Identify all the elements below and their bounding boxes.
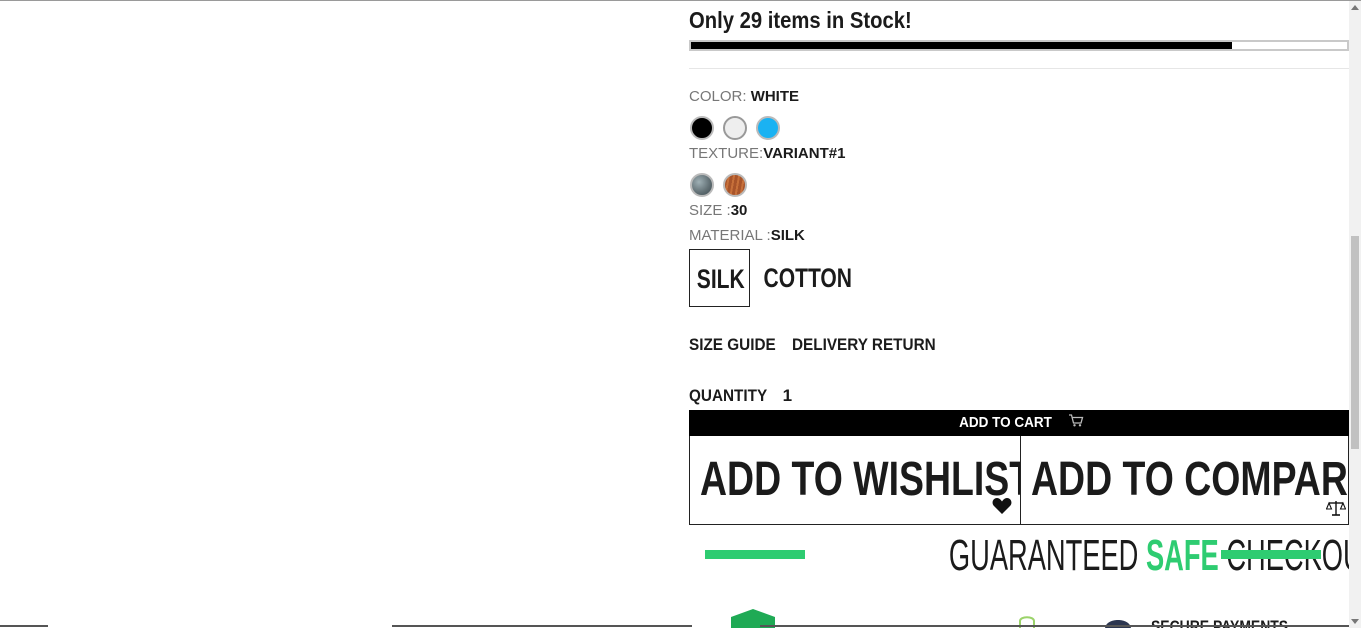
secondary-actions: ADD TO WISHLIST ADD TO COMPARE [689,436,1349,525]
cart-icon [1068,410,1084,436]
banner-line-right [1221,550,1321,559]
scroll-up-arrow-icon[interactable] [1351,5,1359,10]
material-label: MATERIAL :SILK [689,227,805,244]
color-label: COLOR: WHITE [689,88,800,105]
texture-selected-value: VARIANT#1 [763,145,846,162]
texture-swatch-wood[interactable] [723,173,747,197]
color-selected-value: WHITE [750,88,800,105]
info-links: SIZE GUIDE DELIVERY RETURN [689,335,952,355]
color-swatch-black[interactable] [690,116,714,140]
quantity-row: QUANTITY 1 [689,386,792,406]
add-to-compare-button[interactable]: ADD TO COMPARE [1021,436,1348,524]
add-to-cart-button[interactable]: ADD TO CART [689,410,1349,436]
checkout-text-guaranteed: GUARANTEED [948,531,1146,580]
stock-progress-bar [689,40,1349,51]
stock-message: Only 29 items in Stock! [689,7,912,33]
checkout-text-safe: SAFE [1145,531,1219,580]
banner-line-left [705,550,805,559]
color-swatch-white[interactable] [723,116,747,140]
guaranteed-safe-checkout-banner: GUARANTEED SAFE CHECKOUT [705,531,1361,580]
stock-progress-fill [691,42,1233,49]
scrollbar-thumb[interactable] [1351,236,1359,449]
material-selected-value: SILK [770,227,805,244]
texture-label: TEXTURE:VARIANT#1 [689,145,846,162]
size-guide-link[interactable]: SIZE GUIDE [689,335,776,355]
size-selected-value: 30 [730,202,748,219]
payment-badges: SECURE PAYMENTS [689,601,1349,628]
material-option-silk[interactable]: SILK [689,249,750,307]
add-to-wishlist-label: ADD TO WISHLIST [700,453,1021,506]
vertical-scrollbar[interactable] [1349,1,1361,628]
divider [689,68,1349,69]
add-to-cart-label: ADD TO CART [959,414,1053,431]
color-swatch-blue[interactable] [756,116,780,140]
balance-scale-icon [1325,474,1347,524]
size-label: SIZE :30 [689,202,748,219]
scroll-down-arrow-icon[interactable] [1351,619,1359,624]
add-to-compare-label: ADD TO COMPARE [1031,453,1348,506]
quantity-input[interactable]: 1 [783,386,792,405]
add-to-wishlist-button[interactable]: ADD TO WISHLIST [690,436,1021,524]
heart-icon [992,472,1012,524]
delivery-return-link[interactable]: DELIVERY RETURN [792,335,936,355]
texture-swatch-marble[interactable] [690,173,714,197]
material-option-cotton[interactable]: COTTON [751,249,852,307]
quantity-label: QUANTITY [689,386,768,405]
